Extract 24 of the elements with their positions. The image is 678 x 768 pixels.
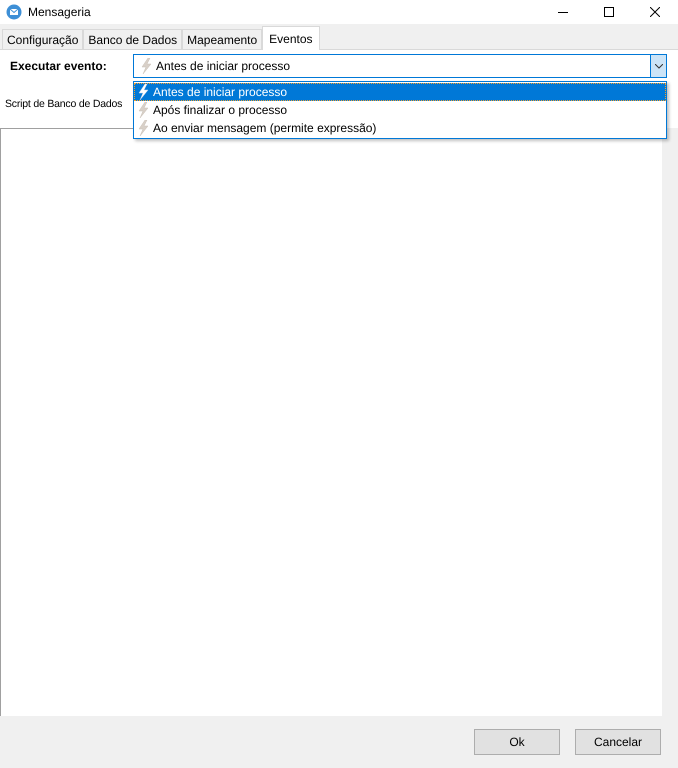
dropdown-option[interactable]: Antes de iniciar processo (134, 83, 666, 101)
close-icon (650, 7, 660, 17)
lightning-icon (140, 58, 152, 74)
event-dropdown[interactable]: Antes de iniciar processo (133, 54, 667, 78)
lightning-icon (137, 84, 149, 100)
dropdown-arrow-button[interactable] (650, 55, 666, 77)
window-title: Mensageria (28, 4, 91, 21)
tab[interactable]: Mapeamento (182, 29, 262, 49)
tab[interactable]: Configuração (2, 29, 84, 49)
dropdown-value: Antes de iniciar processo (156, 58, 290, 75)
script-label: Script de Banco de Dados (5, 97, 122, 112)
maximize-icon (604, 7, 614, 17)
tab[interactable]: Banco de Dados (83, 29, 182, 49)
field-label: Executar evento: (10, 58, 108, 75)
message-icon (6, 4, 22, 20)
dropdown-option[interactable]: Após finalizar o processo (134, 101, 666, 119)
dropdown-option[interactable]: Ao enviar mensagem (permite expressão) (134, 119, 666, 137)
scrollbar-track[interactable] (662, 128, 678, 716)
ok-button[interactable]: Ok (474, 729, 560, 755)
cancel-button[interactable]: Cancelar (575, 729, 661, 755)
tab[interactable]: Eventos (262, 26, 320, 50)
lightning-icon (137, 102, 149, 118)
chevron-down-icon (654, 64, 662, 68)
lightning-icon (137, 120, 149, 136)
